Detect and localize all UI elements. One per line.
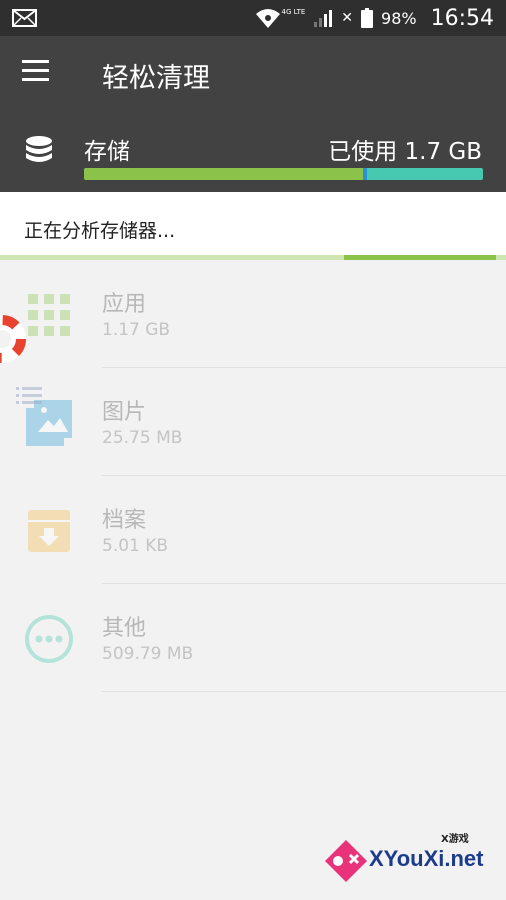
category-name: 图片 — [102, 400, 147, 425]
category-size: 1.17 GB — [102, 320, 171, 340]
storage-usage-bar — [84, 168, 483, 180]
floating-list-icon[interactable] — [16, 386, 44, 406]
app-toolbar: 轻松清理 — [0, 36, 506, 112]
storage-label: 存储 — [84, 139, 130, 165]
category-row-archives[interactable]: 档案 5.01 KB — [0, 476, 506, 584]
analyze-status-card: 正在分析存储器... — [0, 192, 506, 258]
watermark-tagline: X游戏 — [441, 834, 469, 845]
category-name: 其他 — [102, 616, 147, 641]
watermark: X游戏 XYouXi.net — [323, 828, 498, 890]
status-bar: 4G LTE ✕ 98% 16:54 — [0, 0, 506, 36]
storage-summary: 存储 已使用 1.7 GB — [0, 112, 506, 192]
category-row-images[interactable]: 图片 25.75 MB — [0, 368, 506, 476]
category-name: 应用 — [102, 292, 147, 317]
category-size: 509.79 MB — [102, 644, 194, 664]
category-name: 档案 — [102, 508, 147, 533]
mail-icon — [12, 9, 37, 27]
clock: 16:54 — [430, 5, 494, 31]
category-row-apps[interactable]: 应用 1.17 GB — [0, 260, 506, 368]
battery-percent: 98% — [381, 8, 417, 28]
network-type-label: 4G LTE — [281, 8, 306, 16]
battery-icon — [361, 8, 374, 28]
signal-icon — [314, 10, 333, 27]
storage-usage-fill — [84, 168, 363, 180]
watermark-site: XYouXi.net — [369, 846, 484, 871]
apps-grid-icon — [28, 294, 70, 336]
storage-usage-marker — [363, 168, 367, 180]
wifi-icon — [255, 9, 280, 28]
no-signal-icon: ✕ — [341, 10, 354, 26]
archive-box-icon — [28, 510, 70, 552]
category-size: 25.75 MB — [102, 428, 183, 448]
storage-used-text: 已使用 1.7 GB — [328, 139, 482, 165]
category-row-other[interactable]: 其他 509.79 MB — [0, 584, 506, 692]
category-list: 应用 1.17 GB 图片 25.75 MB 档案 5.01 KB 其他 509… — [0, 260, 506, 692]
more-dots-icon — [25, 615, 73, 663]
hamburger-menu-icon[interactable] — [22, 60, 56, 88]
analyze-status-text: 正在分析存储器... — [24, 220, 176, 242]
database-icon — [26, 136, 52, 162]
divider — [102, 691, 506, 692]
watermark-logo-icon — [325, 840, 367, 882]
category-size: 5.01 KB — [102, 536, 169, 556]
page-title: 轻松清理 — [102, 63, 210, 94]
lifebuoy-icon[interactable] — [0, 314, 28, 364]
